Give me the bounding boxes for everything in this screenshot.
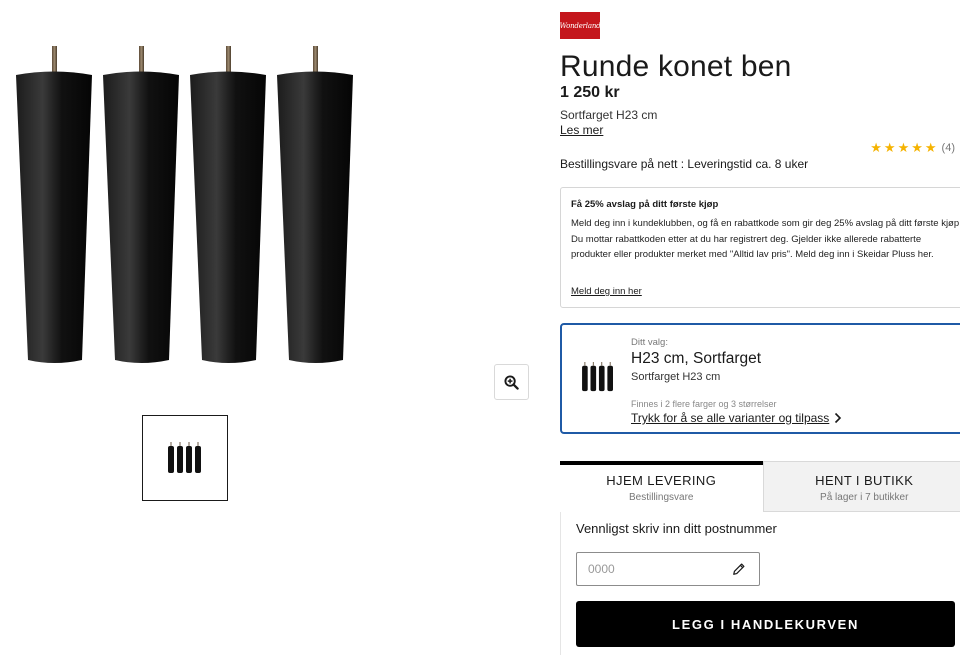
delivery-tabs: HJEM LEVERING Bestillingsvare HENT I BUT…	[560, 461, 960, 512]
star-icon: ★	[924, 140, 937, 155]
zoom-button[interactable]	[494, 364, 529, 400]
leg-1	[16, 46, 92, 363]
join-club-link[interactable]: Meld deg inn her	[571, 286, 642, 297]
see-all-variants-link[interactable]: Trykk for å se alle varianter og tilpass	[631, 411, 829, 425]
variant-thumbnail	[576, 355, 620, 399]
brand-logo[interactable]: Wonderland	[560, 12, 600, 39]
product-title: Runde konet ben	[560, 50, 792, 83]
product-rating[interactable]: ★ ★ ★ ★ ★ (4)	[870, 141, 955, 155]
tab-subtitle: Bestillingsvare	[629, 492, 694, 503]
tab-title: HENT I BUTIKK	[815, 473, 914, 488]
postal-code-input[interactable]	[588, 554, 728, 584]
star-icon: ★	[883, 140, 896, 155]
postal-code-field[interactable]	[576, 552, 760, 586]
tab-home-delivery[interactable]: HJEM LEVERING Bestillingsvare	[560, 461, 763, 512]
product-info-panel: Wonderland Runde konet ben 1 250 kr Sort…	[560, 0, 960, 655]
product-variant: Sortfarget H23 cm	[560, 108, 658, 122]
zoom-in-icon	[504, 374, 519, 390]
read-more-link[interactable]: Les mer	[560, 123, 603, 137]
rating-count: (4)	[941, 142, 955, 154]
star-icon: ★	[911, 140, 923, 155]
promo-title: Få 25% avslag på ditt første kjøp	[571, 199, 719, 210]
leg-4	[277, 46, 353, 363]
chevron-right-icon	[834, 412, 842, 424]
postal-code-label: Vennligst skriv inn ditt postnummer	[576, 521, 777, 536]
star-icon: ★	[870, 140, 882, 155]
leg-2	[103, 46, 179, 363]
leg-3	[190, 46, 266, 363]
availability-text: Bestillingsvare på nett : Leveringstid c…	[560, 157, 809, 171]
variant-choice-label: Ditt valg:	[631, 337, 668, 348]
thumbnail-image	[168, 442, 201, 473]
product-gallery	[0, 0, 545, 655]
product-price: 1 250 kr	[560, 84, 620, 101]
star-icon: ★	[897, 140, 910, 155]
tab-title: HJEM LEVERING	[606, 473, 717, 488]
product-main-image	[16, 46, 353, 363]
add-to-cart-button[interactable]: LEGG I HANDLEKURVEN	[576, 601, 955, 647]
variant-availability-note: Finnes i 2 flere farger og 3 størrelser	[631, 399, 777, 409]
variant-selector[interactable]: Ditt valg: H23 cm, Sortfarget Sortfarget…	[560, 323, 960, 434]
tab-subtitle: På lager i 7 butikker	[820, 492, 909, 503]
tab-store-pickup[interactable]: HENT I BUTIKK På lager i 7 butikker	[762, 461, 960, 512]
variant-choice-value: H23 cm, Sortfarget	[631, 350, 762, 367]
pencil-icon[interactable]	[732, 562, 746, 576]
gallery-thumbnail[interactable]	[142, 415, 228, 501]
brand-logo-text: Wonderland	[560, 21, 600, 30]
promo-body: Meld deg inn i kundeklubben, og få en ra…	[571, 218, 960, 260]
promo-box: Få 25% avslag på ditt første kjøp Meld d…	[560, 187, 960, 308]
variant-choice-sub: Sortfarget H23 cm	[631, 371, 721, 383]
